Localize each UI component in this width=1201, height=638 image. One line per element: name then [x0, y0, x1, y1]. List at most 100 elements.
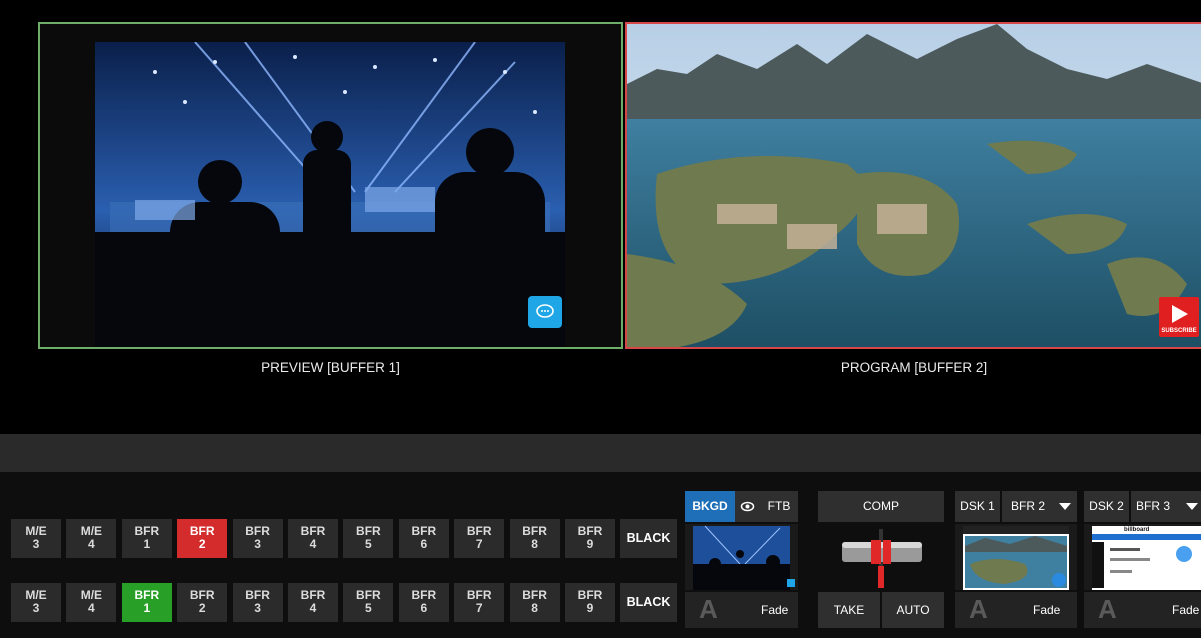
- take-button[interactable]: TAKE: [818, 592, 880, 628]
- dsk2-button[interactable]: DSK 2: [1084, 491, 1129, 522]
- dsk2-transition-row[interactable]: A Fade: [1084, 592, 1201, 628]
- program-label: PROGRAM [BUFFER 2]: [840, 360, 988, 375]
- source-number: 9: [586, 601, 594, 615]
- dsk2-thumbnail: billboard: [1084, 524, 1201, 590]
- preview-source-button[interactable]: BFR 8: [509, 583, 560, 622]
- source-name: M/E: [25, 524, 47, 538]
- source-number: 8: [531, 537, 538, 551]
- source-number: 3: [254, 601, 261, 615]
- bkgd-fade-label[interactable]: Fade: [761, 603, 788, 617]
- preview-black-button[interactable]: BLACK: [620, 583, 677, 622]
- source-number: 1: [143, 601, 151, 615]
- comp-button[interactable]: COMP: [818, 491, 944, 522]
- preview-source-button[interactable]: BFR 4: [288, 583, 338, 622]
- preview-source-button[interactable]: BFR 2: [177, 583, 228, 622]
- program-source-button[interactable]: BFR 1: [121, 519, 172, 558]
- source-number: 7: [475, 537, 483, 551]
- source-name: BFR: [134, 524, 160, 538]
- preview-source-button[interactable]: BFR 9: [565, 583, 615, 622]
- dsk2-source-select[interactable]: BFR 3: [1131, 491, 1201, 522]
- dsk2-source-label: BFR 3: [1136, 499, 1171, 513]
- source-number: 4: [309, 537, 317, 551]
- source-name: BFR: [522, 524, 547, 538]
- source-name: M/E: [25, 588, 47, 602]
- eye-icon[interactable]: [735, 491, 760, 522]
- source-name: BFR: [466, 524, 492, 538]
- dsk1-source-label: BFR 2: [1011, 499, 1046, 513]
- program-video-frame: [627, 24, 1201, 347]
- chevron-down-icon: [1186, 503, 1198, 510]
- switcher-panel: M/E 3 M/E 4 BFR 1 BFR 2 BFR 3 BFR 4 BFR 5 BFR 6 BFR 7 BFR 8…: [0, 472, 1201, 638]
- source-number: 4: [88, 601, 95, 615]
- source-number: 7: [475, 601, 483, 615]
- source-number: 9: [586, 537, 594, 551]
- bkgd-transition-row[interactable]: A Fade: [685, 592, 798, 628]
- dsk1-source-select[interactable]: BFR 2: [1002, 491, 1077, 522]
- preview-source-button[interactable]: BFR 1: [121, 583, 172, 622]
- source-name: BFR: [411, 524, 437, 538]
- source-name: BFR: [245, 588, 270, 602]
- source-number: 5: [365, 537, 372, 551]
- program-source-button[interactable]: BFR 2: [177, 519, 228, 558]
- source-name: BFR: [245, 524, 270, 538]
- preview-source-button[interactable]: M/E 4: [66, 583, 117, 622]
- preview-source-button[interactable]: M/E 3: [11, 583, 61, 622]
- source-number: 6: [420, 601, 428, 615]
- preview-source-button[interactable]: BFR 5: [343, 583, 394, 622]
- source-number: 2: [198, 601, 206, 615]
- program-source-button[interactable]: BFR 4: [288, 519, 338, 558]
- source-name: BFR: [189, 524, 215, 538]
- preview-label: PREVIEW [BUFFER 1]: [261, 360, 400, 375]
- source-name: BFR: [522, 588, 547, 602]
- preview-source-button[interactable]: BFR 3: [232, 583, 283, 622]
- program-source-button[interactable]: BFR 5: [343, 519, 394, 558]
- source-name: BFR: [134, 588, 160, 602]
- chevron-down-icon: [1059, 503, 1071, 510]
- a-icon: A: [1098, 594, 1117, 624]
- toolbar-strip: [0, 434, 1201, 472]
- source-number: 8: [531, 601, 538, 615]
- source-name: M/E: [80, 588, 103, 602]
- dsk1-fade-label[interactable]: Fade: [1033, 603, 1060, 617]
- dsk1-transition-row[interactable]: A Fade: [955, 592, 1077, 628]
- source-name: BFR: [189, 588, 215, 602]
- source-name: BFR: [577, 524, 603, 538]
- program-source-button[interactable]: M/E 3: [11, 519, 61, 558]
- source-number: 6: [420, 537, 428, 551]
- program-source-button[interactable]: BFR 9: [565, 519, 615, 558]
- ftb-button[interactable]: FTB: [760, 491, 798, 522]
- dsk1-thumbnail: [955, 524, 1077, 590]
- a-icon: A: [969, 594, 988, 624]
- subscribe-badge[interactable]: SUBSCRIBE: [1159, 297, 1199, 337]
- source-number: 4: [309, 601, 317, 615]
- source-name: BFR: [466, 588, 492, 602]
- auto-button[interactable]: AUTO: [882, 592, 944, 628]
- preview-monitor[interactable]: [38, 22, 623, 349]
- source-name: BFR: [300, 588, 326, 602]
- t-bar[interactable]: [818, 524, 944, 590]
- program-source-button[interactable]: BFR 7: [454, 519, 505, 558]
- source-number: 5: [365, 601, 372, 615]
- preview-source-button[interactable]: BFR 7: [454, 583, 505, 622]
- source-name: M/E: [80, 524, 103, 538]
- program-source-button[interactable]: BFR 6: [398, 519, 449, 558]
- chat-icon[interactable]: [528, 296, 562, 328]
- source-number: 1: [143, 537, 151, 551]
- source-name: BFR: [356, 588, 381, 602]
- source-name: BFR: [356, 524, 381, 538]
- source-number: 3: [32, 537, 40, 551]
- program-source-button[interactable]: M/E 4: [66, 519, 117, 558]
- program-black-button[interactable]: BLACK: [620, 519, 677, 558]
- source-name: BFR: [411, 588, 437, 602]
- dsk1-button[interactable]: DSK 1: [955, 491, 1000, 522]
- program-source-button[interactable]: BFR 8: [509, 519, 560, 558]
- dsk2-fade-label[interactable]: Fade: [1172, 603, 1199, 617]
- bkgd-thumbnail: [685, 524, 798, 590]
- program-monitor[interactable]: SUBSCRIBE: [625, 22, 1201, 349]
- source-name: BFR: [300, 524, 326, 538]
- preview-source-button[interactable]: BFR 6: [398, 583, 449, 622]
- source-number: 3: [32, 601, 40, 615]
- source-number: 3: [254, 537, 261, 551]
- program-source-button[interactable]: BFR 3: [232, 519, 283, 558]
- bkgd-button[interactable]: BKGD: [685, 491, 735, 522]
